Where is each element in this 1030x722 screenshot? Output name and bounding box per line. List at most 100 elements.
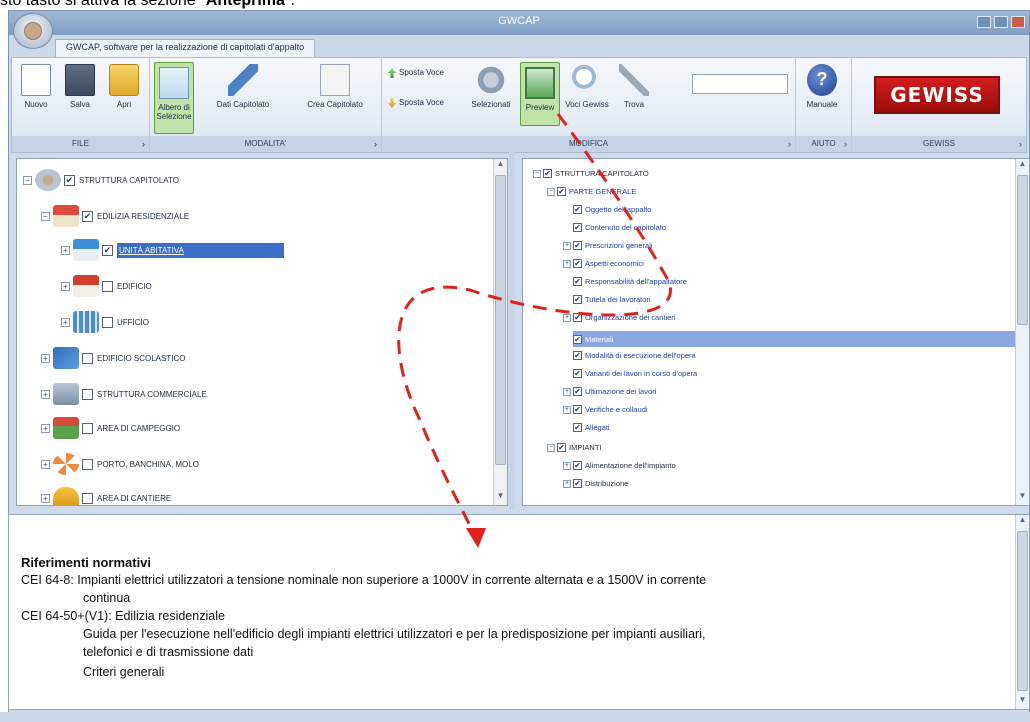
checkbox-icon[interactable]	[82, 458, 93, 470]
right-tree-scrollbar[interactable]: ▲ ▼	[1015, 159, 1029, 505]
checkbox-icon[interactable]: ✔	[573, 369, 582, 378]
expand-icon[interactable]: +	[563, 259, 571, 268]
open-button[interactable]: Apri	[102, 64, 146, 109]
checkbox-icon[interactable]: ✔	[573, 313, 582, 322]
expand-icon[interactable]: +	[563, 387, 571, 396]
checkbox-icon[interactable]: ✔	[573, 277, 582, 286]
tree-node-cantiere[interactable]: + AREA DI CANTIERE	[41, 487, 171, 505]
rtree-item[interactable]: + ✔ Organizzazione dei cantieri	[563, 313, 675, 322]
checkbox-icon[interactable]	[82, 492, 93, 504]
checkbox-icon[interactable]: ✔	[557, 443, 566, 452]
rtree-item[interactable]: + ✔ Distribuzione	[563, 479, 628, 488]
expand-icon[interactable]: +	[563, 461, 571, 470]
dati-capitolato-button[interactable]: Dati Capitolato	[200, 64, 286, 109]
scroll-up-icon[interactable]: ▲	[1016, 515, 1029, 529]
rtree-item[interactable]: + ✔ Ultimazione dei lavori	[563, 387, 656, 396]
rtree-item[interactable]: ✔ Modalità di esecuzione dell'opera	[573, 351, 696, 360]
tree-node-campeggio[interactable]: + AREA DI CAMPEGGIO	[41, 417, 180, 439]
find-input[interactable]	[692, 74, 788, 94]
expand-icon[interactable]: +	[41, 493, 50, 503]
collapse-icon[interactable]: −	[23, 175, 32, 185]
checkbox-icon[interactable]: ✔	[573, 205, 582, 214]
checkbox-icon[interactable]	[102, 280, 113, 292]
collapse-icon[interactable]: −	[547, 443, 555, 452]
expand-icon[interactable]: +	[563, 313, 571, 322]
preview-scrollbar[interactable]: ▲ ▼	[1015, 515, 1029, 709]
checkbox-icon[interactable]: ✔	[573, 259, 582, 268]
checkbox-icon[interactable]	[82, 352, 93, 364]
scroll-thumb[interactable]	[1017, 175, 1028, 325]
minimize-button[interactable]	[977, 16, 991, 28]
rtree-item[interactable]: + ✔ Prescrizioni generali	[563, 241, 653, 250]
checkbox-icon[interactable]: ✔	[573, 241, 582, 250]
expand-icon[interactable]: +	[61, 317, 70, 327]
expand-icon[interactable]: +	[563, 405, 571, 414]
checkbox-icon[interactable]: ✔	[64, 174, 75, 186]
checkbox-icon[interactable]: ✔	[557, 187, 566, 196]
scroll-up-icon[interactable]: ▲	[1016, 159, 1029, 173]
expand-icon[interactable]: +	[61, 281, 70, 291]
tree-node-unita[interactable]: + ✔ UNITÀ ABITATIVA	[61, 239, 284, 261]
collapse-icon[interactable]: −	[41, 211, 50, 221]
group-modalita-launcher[interactable]: ›	[374, 136, 377, 152]
scroll-thumb[interactable]	[495, 175, 506, 465]
vertical-splitter[interactable]	[509, 148, 515, 510]
selezionati-button[interactable]: Selezionati	[466, 64, 516, 109]
checkbox-icon[interactable]: ✔	[573, 423, 582, 432]
checkbox-icon[interactable]	[82, 422, 93, 434]
tree-node-ufficio[interactable]: + UFFICIO	[61, 311, 149, 333]
expand-icon[interactable]: +	[41, 353, 50, 363]
scroll-down-icon[interactable]: ▼	[1016, 491, 1029, 505]
group-gewiss-launcher[interactable]: ›	[1019, 136, 1022, 152]
checkbox-icon[interactable]	[82, 388, 93, 400]
close-button[interactable]	[1011, 16, 1025, 28]
crea-capitolato-button[interactable]: Crea Capitolato	[292, 64, 378, 109]
collapse-icon[interactable]: −	[533, 169, 541, 178]
maximize-button[interactable]	[994, 16, 1008, 28]
rtree-item[interactable]: ✔ Tutela dei lavoratori	[573, 295, 651, 304]
preview-button[interactable]: Preview	[520, 62, 560, 126]
expand-icon[interactable]: +	[41, 389, 50, 399]
checkbox-icon[interactable]: ✔	[102, 244, 113, 256]
checkbox-icon[interactable]: ✔	[543, 169, 552, 178]
move-down-button[interactable]: Sposta Voce	[388, 98, 444, 108]
rtree-item[interactable]: ✔ Allegati	[573, 423, 610, 432]
tree-node-commerciale[interactable]: + STRUTTURA COMMERCIALE	[41, 383, 207, 405]
rtree-root[interactable]: − ✔ STRUTTURA CAPITOLATO	[533, 169, 649, 178]
checkbox-icon[interactable]: ✔	[573, 223, 582, 232]
expand-icon[interactable]: +	[563, 241, 571, 250]
checkbox-icon[interactable]: ✔	[573, 334, 582, 344]
rtree-impianti[interactable]: − ✔ IMPIANTI	[547, 443, 602, 452]
scroll-thumb[interactable]	[1017, 531, 1028, 691]
rtree-parte-generale[interactable]: − ✔ PARTE GENERALE	[547, 187, 636, 196]
scroll-down-icon[interactable]: ▼	[494, 491, 507, 505]
left-tree-scrollbar[interactable]: ▲ ▼	[493, 159, 507, 505]
expand-icon[interactable]: +	[41, 459, 50, 469]
rtree-item[interactable]: + ✔ Alimentazione dell'impianto	[563, 461, 676, 470]
expand-icon[interactable]: +	[61, 245, 70, 255]
checkbox-icon[interactable]: ✔	[82, 210, 93, 222]
rtree-item[interactable]: + ✔ Aspetti economici	[563, 259, 644, 268]
checkbox-icon[interactable]	[102, 316, 113, 328]
rtree-item[interactable]: ✔ Varianti dei lavori in corso d'opera	[573, 369, 697, 378]
tree-node-edilizia[interactable]: − ✔ EDILIZIA RESIDENZIALE	[41, 205, 189, 227]
group-file-launcher[interactable]: ›	[142, 136, 145, 152]
rtree-item[interactable]: ✔ Responsabilità dell'appaltatore	[573, 277, 687, 286]
checkbox-icon[interactable]: ✔	[573, 387, 582, 396]
manual-button[interactable]: ? Manuale	[800, 64, 844, 109]
rtree-item[interactable]: + ✔ Verifiche e collaudi	[563, 405, 648, 414]
tree-node-edificio[interactable]: + EDIFICIO	[61, 275, 152, 297]
checkbox-icon[interactable]: ✔	[573, 351, 582, 360]
rtree-item[interactable]: ✔ Contenuto del capitolato	[573, 223, 666, 232]
rtree-item[interactable]: ✔ Oggetto dell'appalto	[573, 205, 651, 214]
expand-icon[interactable]: +	[563, 479, 571, 488]
expand-icon[interactable]: +	[41, 423, 50, 433]
tree-node-scolastico[interactable]: + EDIFICIO SCOLASTICO	[41, 347, 185, 369]
new-button[interactable]: Nuovo	[14, 64, 58, 109]
trova-button[interactable]: Trova	[614, 64, 654, 109]
app-menu-button[interactable]	[13, 13, 53, 49]
save-button[interactable]: Salva	[58, 64, 102, 109]
group-aiuto-launcher[interactable]: ›	[844, 136, 847, 152]
collapse-icon[interactable]: −	[547, 187, 555, 196]
checkbox-icon[interactable]: ✔	[573, 405, 582, 414]
